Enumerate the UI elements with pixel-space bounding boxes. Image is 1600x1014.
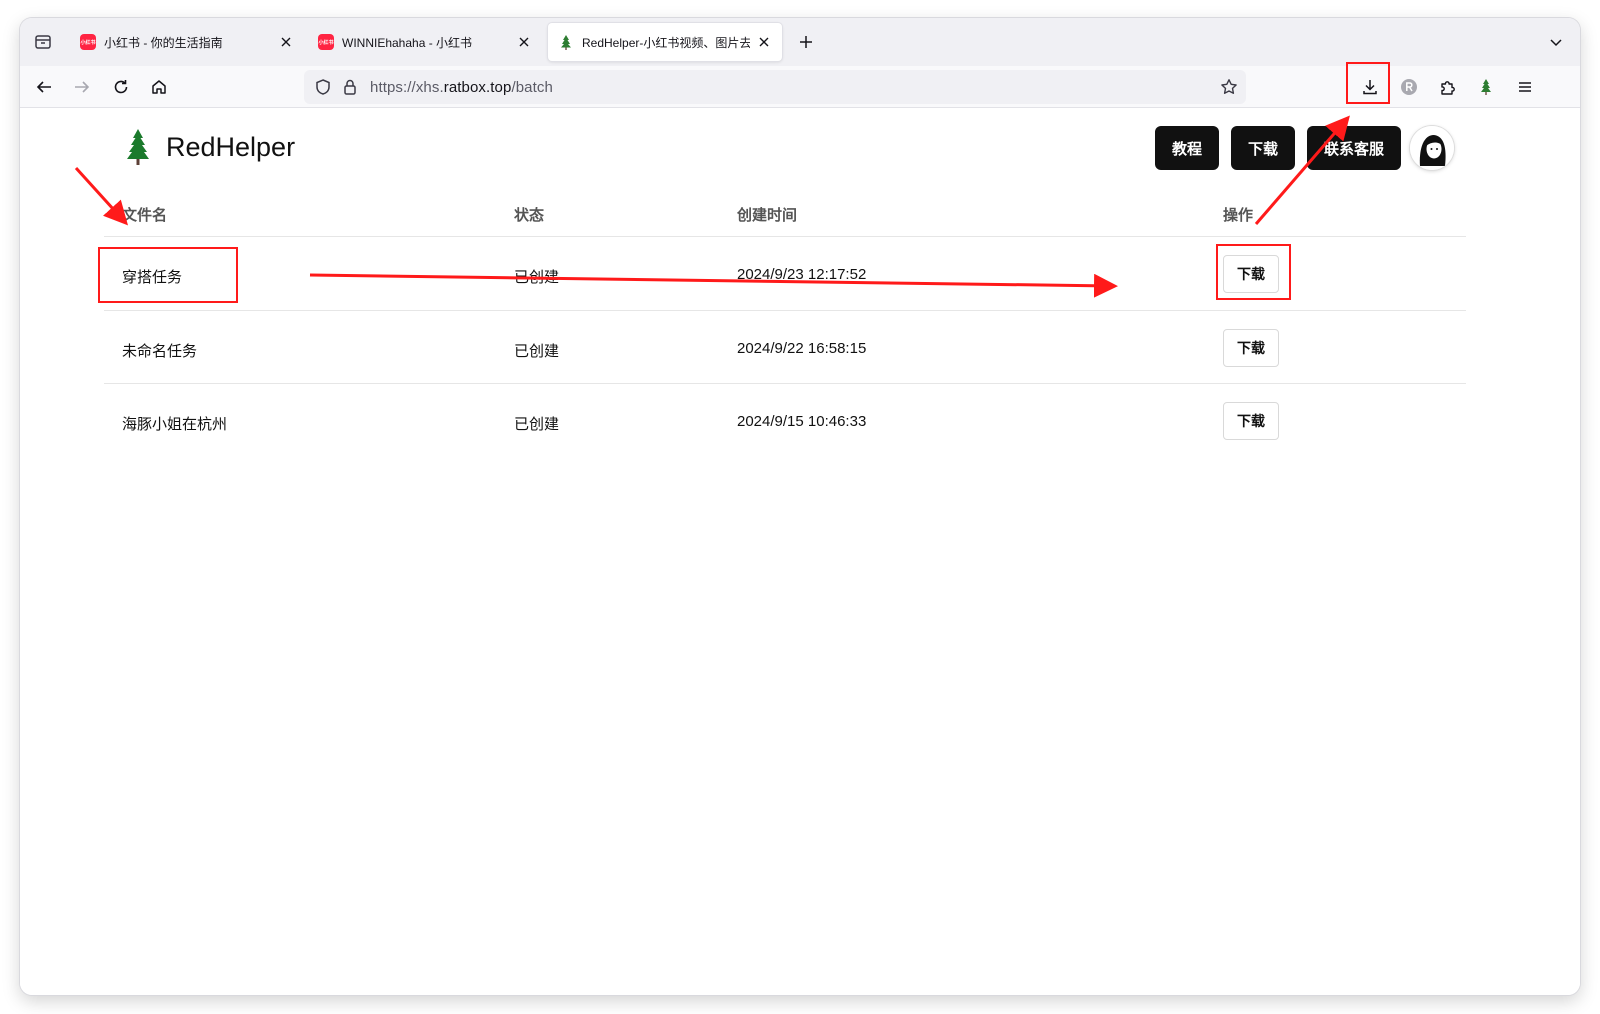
plus-icon [800,36,812,48]
list-all-tabs-button[interactable] [1544,30,1568,54]
back-button[interactable] [30,73,58,101]
brand[interactable]: RedHelper [124,128,295,166]
arrow-right-icon [75,81,90,93]
xiaohongshu-logo-icon: 小红书 [318,34,334,50]
row-divider [104,310,1466,311]
reload-icon [114,80,128,94]
url-bar[interactable]: https://xhs.ratbox.top/batch [304,70,1246,104]
row-status: 已创建 [514,269,560,286]
r-badge-icon [1401,79,1417,95]
row-created: 2024/9/15 10:46:33 [737,413,867,430]
column-header-status: 状态 [514,207,545,224]
tab-title: WINNIEhahaha - 小红书 [342,35,473,50]
tab-title: 小红书 - 你的生活指南 [104,35,223,50]
row-status: 已创建 [514,343,560,360]
url-text[interactable]: https://xhs.ratbox.top/batch [370,79,553,96]
annotation-highlight-browser-downloads [1346,62,1390,104]
tree-icon [1481,79,1491,95]
row-divider [104,383,1466,384]
home-button[interactable] [145,73,173,101]
tab-xiaohongshu-home[interactable]: 小红书 小红书 - 你的生活指南 [70,23,304,61]
tab-winnie-profile[interactable]: 小红书 WINNIEhahaha - 小红书 [308,23,542,61]
url-path: /batch [511,79,553,96]
browser-window: 小红书 小红书 - 你的生活指南 小红书 WINNIEhahaha - 小红书 … [20,18,1580,995]
header-divider [104,236,1466,237]
row-download-button[interactable]: 下载 [1223,402,1279,440]
hamburger-menu-icon [1519,82,1531,92]
tab-strip: 小红书 小红书 - 你的生活指南 小红书 WINNIEhahaha - 小红书 … [20,18,1580,66]
close-icon[interactable] [756,34,772,50]
tree-logo-icon [127,129,149,165]
close-icon[interactable] [516,34,532,50]
close-icon[interactable] [278,34,294,50]
row-filename: 未命名任务 [122,343,198,360]
extensions-button[interactable] [1434,73,1462,101]
avatar[interactable] [1410,126,1454,170]
column-header-created: 创建时间 [737,207,798,224]
tab-overview-button[interactable] [20,22,66,62]
column-header-filename: 文件名 [122,207,168,224]
shield-icon[interactable] [314,78,332,96]
home-icon [152,80,166,94]
row-download-button[interactable]: 下载 [1223,329,1279,367]
annotation-highlight-filename [98,247,238,303]
lock-icon[interactable] [342,78,358,96]
column-header-actions: 操作 [1223,207,1254,224]
profile-extension-button[interactable] [1395,73,1423,101]
app-menu-button[interactable] [1511,73,1539,101]
new-tab-button[interactable] [794,30,818,54]
user-avatar-icon [1410,126,1454,170]
tutorial-button[interactable]: 教程 [1155,126,1219,170]
chevron-down-icon [1550,39,1562,47]
annotation-highlight-row-download [1216,244,1291,300]
download-nav-button[interactable]: 下载 [1231,126,1295,170]
contact-support-button[interactable]: 联系客服 [1307,126,1401,170]
puzzle-icon [1441,81,1455,95]
star-icon[interactable] [1220,78,1238,96]
page-content: RedHelper 教程 下载 联系客服 文件名 状态 创建时间 操作 穿搭任务… [20,108,1580,995]
tab-redhelper[interactable]: RedHelper-小红书视频、图片去水 [548,23,782,61]
xiaohongshu-logo-icon: 小红书 [80,34,96,50]
arrow-left-icon [36,81,51,93]
tree-icon [561,35,571,50]
forward-button[interactable] [68,73,96,101]
brand-name: RedHelper [166,131,296,162]
row-created: 2024/9/23 12:17:52 [737,266,867,283]
reload-button[interactable] [107,73,135,101]
url-host: ratbox.top [443,79,512,96]
tab-overview-icon [35,35,51,49]
row-filename: 海豚小姐在杭州 [122,416,228,433]
row-created: 2024/9/22 16:58:15 [737,340,867,357]
tab-title: RedHelper-小红书视频、图片去水 [582,35,750,50]
url-prefix: https://xhs. [370,79,444,96]
row-status: 已创建 [514,416,560,433]
redhelper-extension-button[interactable] [1472,73,1500,101]
